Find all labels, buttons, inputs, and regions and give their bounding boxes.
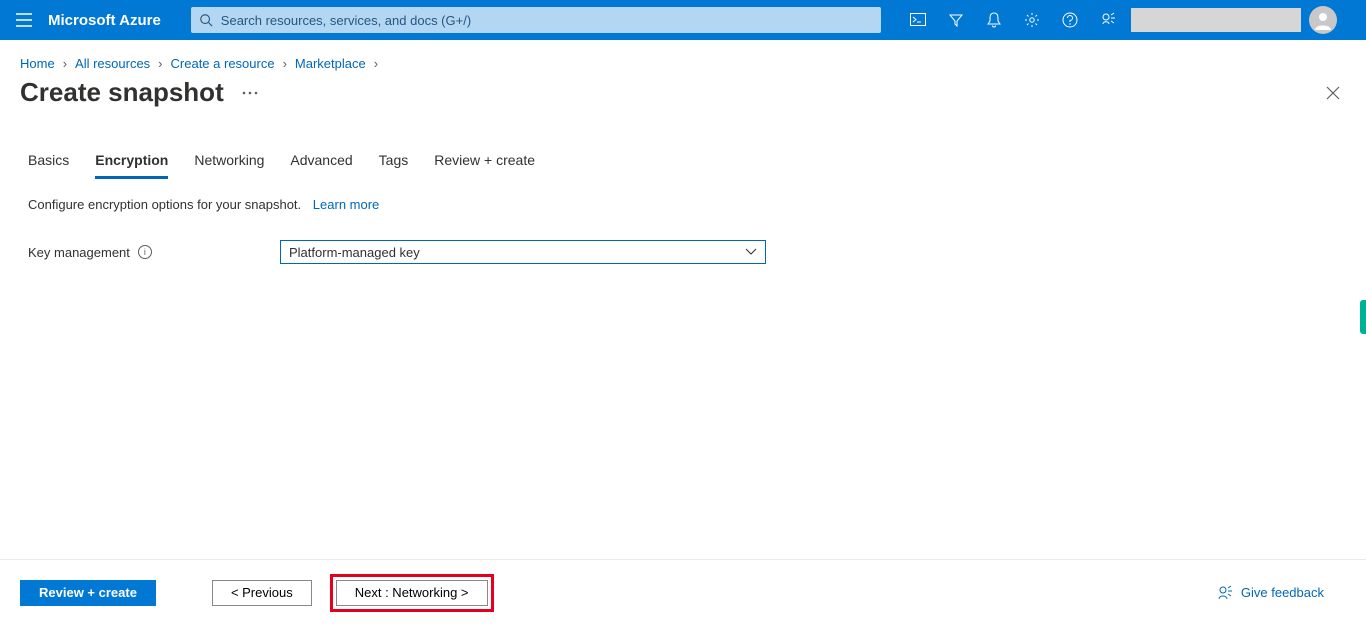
side-feedback-tab[interactable] bbox=[1360, 300, 1366, 334]
settings-button[interactable] bbox=[1013, 0, 1051, 40]
tab-basics[interactable]: Basics bbox=[28, 152, 69, 179]
close-blade-button[interactable] bbox=[1326, 86, 1346, 100]
feedback-header-button[interactable] bbox=[1089, 0, 1127, 40]
tab-tags[interactable]: Tags bbox=[379, 152, 409, 179]
global-search[interactable] bbox=[191, 7, 881, 33]
cloud-shell-icon bbox=[910, 13, 926, 27]
next-button-highlight: Next : Networking > bbox=[330, 574, 494, 612]
breadcrumb-sep: › bbox=[63, 56, 67, 71]
user-avatar[interactable] bbox=[1309, 6, 1337, 34]
search-icon bbox=[199, 13, 213, 27]
key-management-label-text: Key management bbox=[28, 245, 130, 260]
title-row: Create snapshot bbox=[0, 75, 1366, 118]
wizard-tabs: Basics Encryption Networking Advanced Ta… bbox=[0, 118, 1366, 179]
help-button[interactable] bbox=[1051, 0, 1089, 40]
brand-label[interactable]: Microsoft Azure bbox=[48, 12, 181, 29]
key-management-row: Key management i Platform-managed key bbox=[0, 212, 1366, 264]
directories-button[interactable] bbox=[937, 0, 975, 40]
description-text: Configure encryption options for your sn… bbox=[28, 197, 301, 212]
breadcrumb: Home › All resources › Create a resource… bbox=[0, 40, 1366, 75]
breadcrumb-create-resource[interactable]: Create a resource bbox=[171, 56, 275, 71]
ellipsis-icon bbox=[242, 91, 258, 95]
key-management-select[interactable]: Platform-managed key bbox=[280, 240, 766, 264]
key-management-value: Platform-managed key bbox=[289, 245, 420, 260]
info-icon[interactable]: i bbox=[138, 245, 152, 259]
hamburger-icon bbox=[16, 13, 32, 27]
encryption-description: Configure encryption options for your sn… bbox=[0, 179, 1366, 212]
tab-networking[interactable]: Networking bbox=[194, 152, 264, 179]
give-feedback-link[interactable]: Give feedback bbox=[1217, 585, 1346, 601]
more-actions-button[interactable] bbox=[242, 91, 258, 95]
header-icon-bar bbox=[899, 0, 1347, 40]
hamburger-menu-button[interactable] bbox=[0, 0, 48, 40]
account-info-box[interactable] bbox=[1131, 8, 1301, 32]
close-icon bbox=[1326, 86, 1340, 100]
breadcrumb-sep: › bbox=[374, 56, 378, 71]
give-feedback-label: Give feedback bbox=[1241, 585, 1324, 600]
megaphone-icon bbox=[1100, 12, 1116, 28]
cloud-shell-button[interactable] bbox=[899, 0, 937, 40]
search-input[interactable] bbox=[213, 13, 881, 28]
review-create-button[interactable]: Review + create bbox=[20, 580, 156, 606]
notifications-button[interactable] bbox=[975, 0, 1013, 40]
azure-top-header: Microsoft Azure bbox=[0, 0, 1366, 40]
tab-encryption[interactable]: Encryption bbox=[95, 152, 168, 179]
feedback-person-icon bbox=[1217, 585, 1233, 601]
learn-more-link[interactable]: Learn more bbox=[313, 197, 379, 212]
filter-icon bbox=[948, 12, 964, 28]
breadcrumb-marketplace[interactable]: Marketplace bbox=[295, 56, 366, 71]
breadcrumb-all-resources[interactable]: All resources bbox=[75, 56, 150, 71]
tab-review-create[interactable]: Review + create bbox=[434, 152, 535, 179]
gear-icon bbox=[1024, 12, 1040, 28]
breadcrumb-sep: › bbox=[283, 56, 287, 71]
chevron-down-icon bbox=[745, 248, 757, 256]
breadcrumb-home[interactable]: Home bbox=[20, 56, 55, 71]
help-icon bbox=[1062, 12, 1078, 28]
search-container bbox=[191, 7, 881, 33]
tab-advanced[interactable]: Advanced bbox=[290, 152, 352, 179]
person-icon bbox=[1313, 10, 1333, 30]
wizard-footer: Review + create < Previous Next : Networ… bbox=[0, 559, 1366, 625]
previous-button[interactable]: < Previous bbox=[212, 580, 312, 606]
bell-icon bbox=[987, 12, 1001, 28]
breadcrumb-sep: › bbox=[158, 56, 162, 71]
page-title: Create snapshot bbox=[20, 77, 224, 108]
next-button[interactable]: Next : Networking > bbox=[336, 580, 488, 606]
key-management-label: Key management i bbox=[28, 245, 280, 260]
